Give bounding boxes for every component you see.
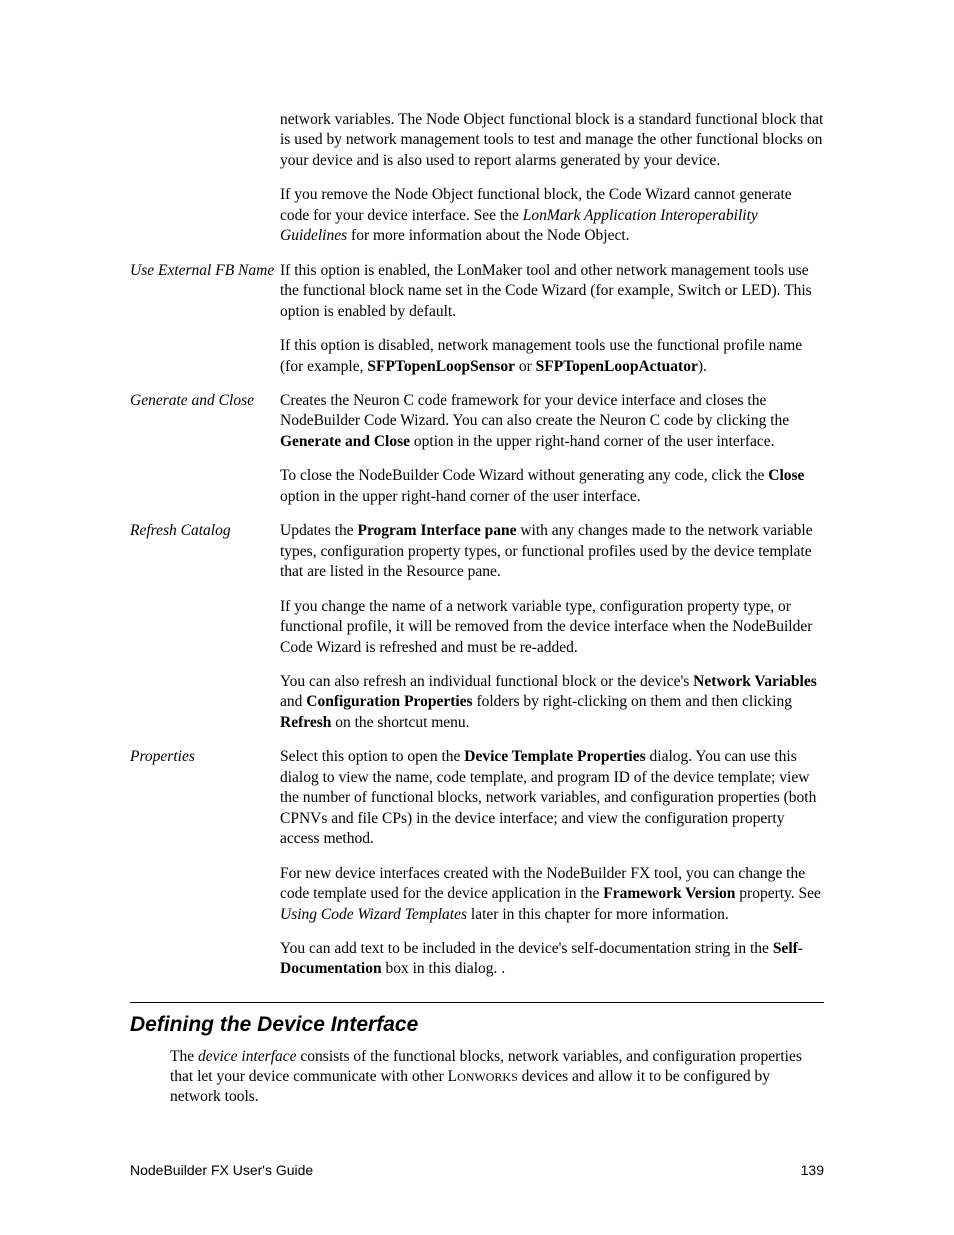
section-heading: Defining the Device Interface — [130, 1002, 824, 1039]
term-refresh-catalog: Refresh Catalog — [130, 521, 280, 733]
body-text: You can add text to be included in the d… — [280, 939, 824, 980]
body-text: If you change the name of a network vari… — [280, 597, 824, 658]
body-text: network variables. The Node Object funct… — [280, 110, 824, 171]
table-row: Use External FB Name If this option is e… — [130, 261, 824, 377]
term-use-external-fb-name: Use External FB Name — [130, 261, 280, 377]
body-text: If this option is enabled, the LonMaker … — [280, 261, 824, 322]
body-text: For new device interfaces created with t… — [280, 864, 824, 925]
footer-title: NodeBuilder FX User's Guide — [130, 1161, 313, 1179]
definition-table: network variables. The Node Object funct… — [130, 110, 824, 980]
page-number: 139 — [801, 1161, 824, 1179]
section-intro: The device interface consists of the fun… — [130, 1047, 824, 1108]
term-generate-and-close: Generate and Close — [130, 391, 280, 507]
table-row: Properties Select this option to open th… — [130, 747, 824, 980]
page: network variables. The Node Object funct… — [0, 0, 954, 1235]
table-row: Refresh Catalog Updates the Program Inte… — [130, 521, 824, 733]
page-footer: NodeBuilder FX User's Guide 139 — [130, 1161, 824, 1179]
table-row: Generate and Close Creates the Neuron C … — [130, 391, 824, 507]
body-text: Creates the Neuron C code framework for … — [280, 391, 824, 452]
term-properties: Properties — [130, 747, 280, 980]
body-text: To close the NodeBuilder Code Wizard wit… — [280, 466, 824, 507]
body-text: If you remove the Node Object functional… — [280, 185, 824, 246]
table-row: network variables. The Node Object funct… — [130, 110, 824, 247]
body-text: Updates the Program Interface pane with … — [280, 521, 824, 582]
body-text: If this option is disabled, network mana… — [280, 336, 824, 377]
body-text: You can also refresh an individual funct… — [280, 672, 824, 733]
body-text: Select this option to open the Device Te… — [280, 747, 824, 849]
